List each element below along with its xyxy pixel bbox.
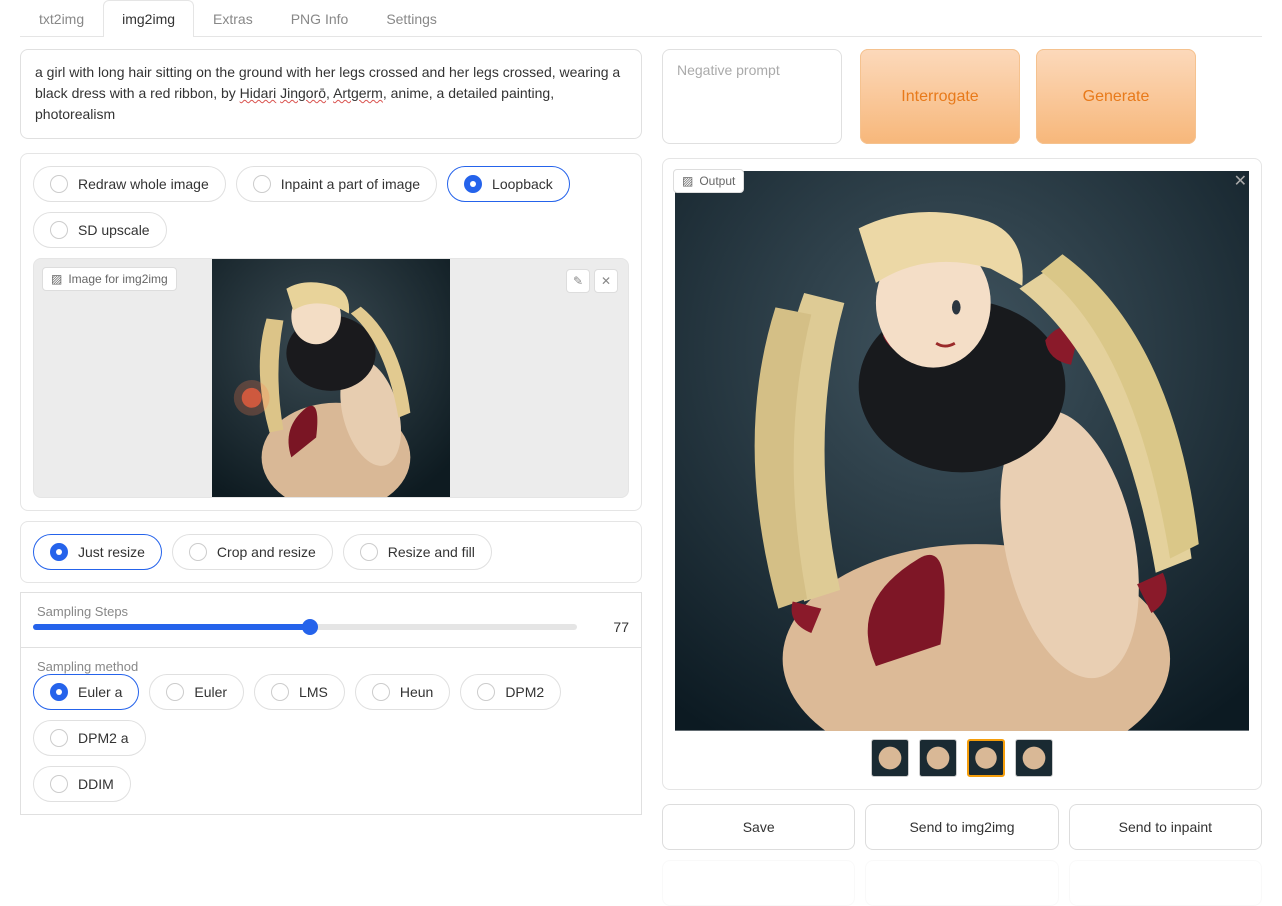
thumb-3[interactable] xyxy=(967,739,1005,777)
radio-resize-fill[interactable]: Resize and fill xyxy=(343,534,492,570)
radio-lms[interactable]: LMS xyxy=(254,674,345,710)
radio-inpaint[interactable]: Inpaint a part of image xyxy=(236,166,437,202)
thumb-2[interactable] xyxy=(919,739,957,777)
input-image-preview xyxy=(34,259,628,497)
thumb-1[interactable] xyxy=(871,739,909,777)
send-to-inpaint-button[interactable]: Send to inpaint xyxy=(1069,804,1262,850)
extra-button-1[interactable] xyxy=(662,860,855,906)
resize-panel: Just resize Crop and resize Resize and f… xyxy=(20,521,642,583)
radio-redraw-whole[interactable]: Redraw whole image xyxy=(33,166,226,202)
output-label: ▨Output xyxy=(673,169,744,193)
sampling-method-field: Sampling method Euler a Euler LMS Heun D… xyxy=(20,647,642,815)
mode-panel: Redraw whole image Inpaint a part of ima… xyxy=(20,153,642,511)
radio-just-resize[interactable]: Just resize xyxy=(33,534,162,570)
extra-button-2[interactable] xyxy=(865,860,1058,906)
sampling-steps-slider[interactable] xyxy=(33,624,577,630)
radio-crop-resize[interactable]: Crop and resize xyxy=(172,534,333,570)
output-panel: ▨Output ✕ xyxy=(662,158,1262,790)
image-icon: ▨ xyxy=(682,174,693,188)
interrogate-button[interactable]: Interrogate xyxy=(860,49,1020,144)
thumb-4[interactable] xyxy=(1015,739,1053,777)
input-image-drop[interactable]: ▨Image for img2img ✎ ✕ xyxy=(33,258,629,498)
close-icon: ✕ xyxy=(1234,173,1247,190)
radio-euler[interactable]: Euler xyxy=(149,674,244,710)
radio-ddim[interactable]: DDIM xyxy=(33,766,131,802)
radio-heun[interactable]: Heun xyxy=(355,674,450,710)
output-image[interactable] xyxy=(675,171,1249,731)
radio-dpm2[interactable]: DPM2 xyxy=(460,674,561,710)
radio-sd-upscale[interactable]: SD upscale xyxy=(33,212,167,248)
radio-dpm2a[interactable]: DPM2 a xyxy=(33,720,146,756)
tab-pnginfo[interactable]: PNG Info xyxy=(272,0,368,37)
send-to-img2img-button[interactable]: Send to img2img xyxy=(865,804,1058,850)
save-button[interactable]: Save xyxy=(662,804,855,850)
output-close-button[interactable]: ✕ xyxy=(1234,171,1247,191)
negative-prompt-textarea[interactable]: Negative prompt xyxy=(662,49,842,144)
generate-button[interactable]: Generate xyxy=(1036,49,1196,144)
extra-button-3[interactable] xyxy=(1069,860,1262,906)
sampling-steps-field: Sampling Steps 77 xyxy=(20,592,642,648)
radio-loopback[interactable]: Loopback xyxy=(447,166,570,202)
sampling-steps-value[interactable]: 77 xyxy=(589,619,629,635)
main-tabs: txt2img img2img Extras PNG Info Settings xyxy=(20,0,1262,37)
tab-extras[interactable]: Extras xyxy=(194,0,272,37)
tab-settings[interactable]: Settings xyxy=(367,0,456,37)
tab-txt2img[interactable]: txt2img xyxy=(20,0,103,37)
tab-img2img[interactable]: img2img xyxy=(103,0,194,37)
output-thumbnails xyxy=(675,739,1249,777)
prompt-textarea[interactable]: a girl with long hair sitting on the gro… xyxy=(20,49,642,139)
radio-euler-a[interactable]: Euler a xyxy=(33,674,139,710)
